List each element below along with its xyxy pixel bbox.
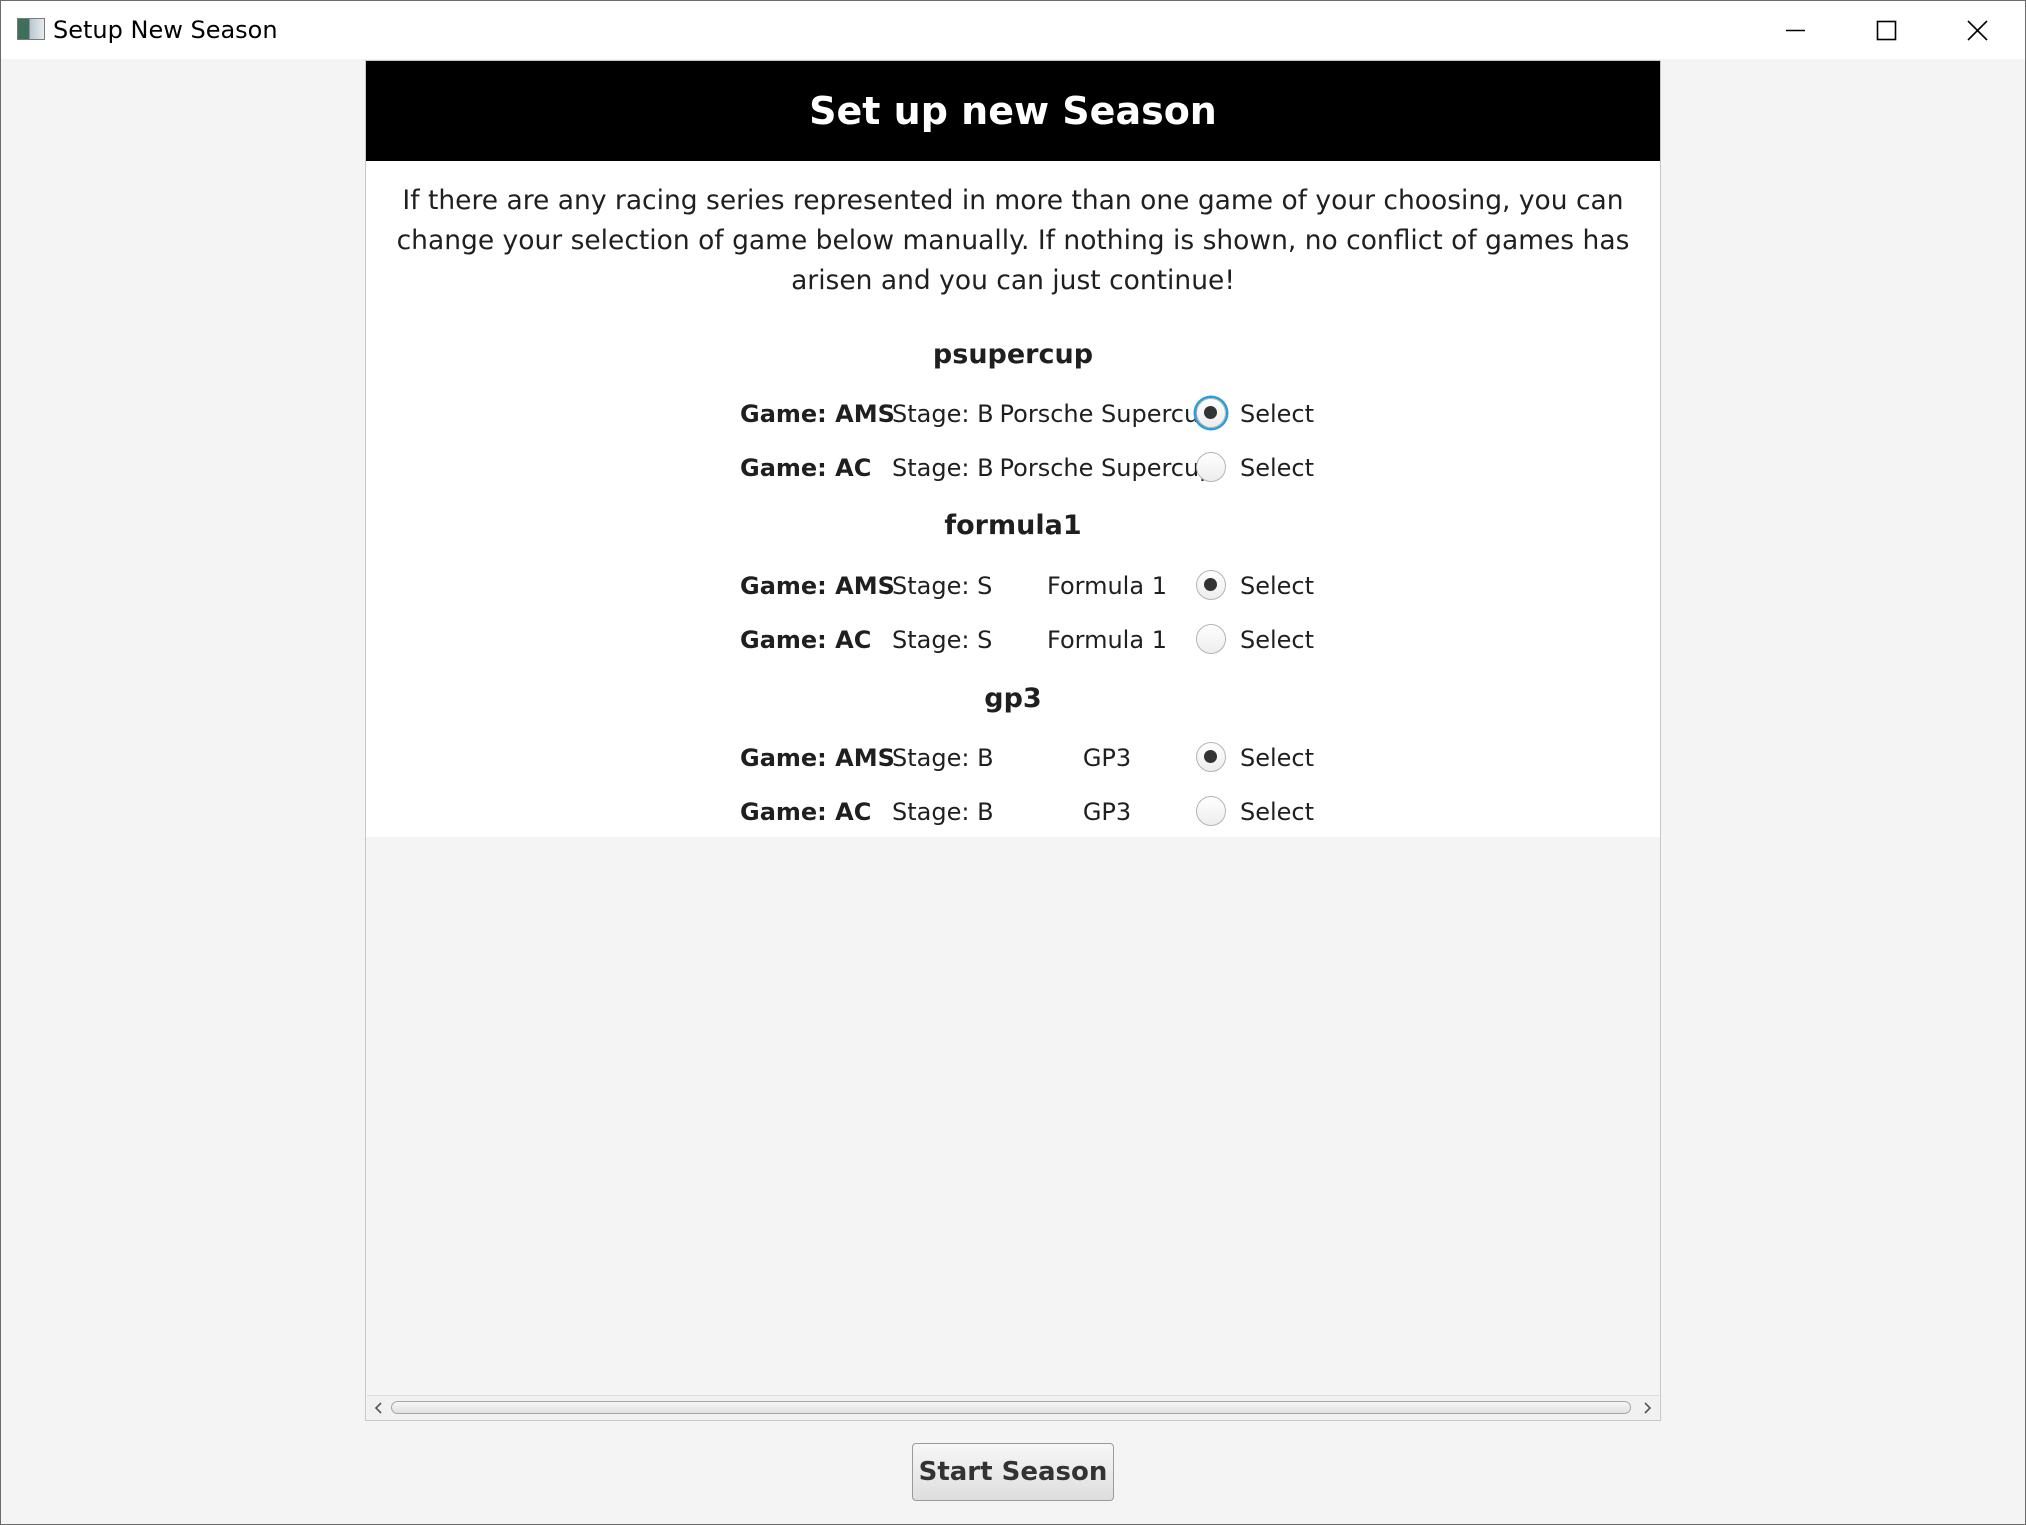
- stage-label: Stage: B: [892, 454, 994, 482]
- select-radio-label[interactable]: Select: [1240, 736, 1314, 780]
- chevron-left-icon: [374, 1402, 382, 1414]
- game-row: Game: AC Stage: B GP3 Select: [366, 790, 1660, 834]
- select-radio-label[interactable]: Select: [1240, 446, 1314, 490]
- select-radio[interactable]: [1196, 570, 1226, 600]
- select-radio-label[interactable]: Select: [1240, 790, 1314, 834]
- stage-label: Stage: B: [892, 744, 994, 772]
- scroll-right-button[interactable]: [1635, 1396, 1659, 1420]
- scroll-left-button[interactable]: [367, 1396, 391, 1420]
- horizontal-scrollbar[interactable]: [367, 1395, 1659, 1420]
- close-icon: [1967, 20, 1988, 41]
- select-radio[interactable]: [1196, 398, 1226, 428]
- game-label: Game: AMS: [740, 744, 895, 772]
- season-content: Set up new Season If there are any racin…: [366, 61, 1660, 837]
- game-row: Game: AMS Stage: S Formula 1 Select: [366, 564, 1660, 608]
- group-title-gp3: gp3: [984, 683, 1042, 714]
- stage-label: Stage: S: [892, 626, 993, 654]
- game-label: Game: AC: [740, 798, 872, 826]
- select-radio-label[interactable]: Select: [1240, 618, 1314, 662]
- header-band: Set up new Season: [366, 61, 1660, 161]
- game-label: Game: AC: [740, 454, 872, 482]
- maximize-button[interactable]: [1839, 1, 1931, 59]
- select-radio[interactable]: [1196, 624, 1226, 654]
- game-label: Game: AMS: [740, 400, 895, 428]
- game-row: Game: AMS Stage: B Porsche Supercup Sele…: [366, 392, 1660, 436]
- app-icon: [17, 18, 45, 40]
- game-row: Game: AC Stage: S Formula 1 Select: [366, 618, 1660, 662]
- minimize-button[interactable]: [1748, 1, 1840, 59]
- setup-season-window: Setup New Season Set up new Season If th…: [0, 0, 2026, 1525]
- season-scroll-pane[interactable]: Set up new Season If there are any racin…: [365, 60, 1661, 1421]
- intro-text: If there are any racing series represent…: [396, 185, 1630, 296]
- stage-label: Stage: S: [892, 572, 993, 600]
- select-radio[interactable]: [1196, 742, 1226, 772]
- select-radio-label[interactable]: Select: [1240, 564, 1314, 608]
- stage-label: Stage: B: [892, 400, 994, 428]
- select-radio[interactable]: [1196, 452, 1226, 482]
- title-bar[interactable]: Setup New Season: [1, 1, 2025, 59]
- chevron-right-icon: [1644, 1402, 1652, 1414]
- start-season-button[interactable]: Start Season: [912, 1443, 1114, 1501]
- minimize-icon: [1786, 29, 1805, 32]
- game-row: Game: AC Stage: B Porsche Supercup Selec…: [366, 446, 1660, 490]
- select-radio[interactable]: [1196, 796, 1226, 826]
- select-radio-label[interactable]: Select: [1240, 392, 1314, 436]
- group-title-formula1: formula1: [944, 510, 1082, 541]
- page-title: Set up new Season: [809, 89, 1217, 133]
- game-row: Game: AMS Stage: B GP3 Select: [366, 736, 1660, 780]
- window-title: Setup New Season: [53, 16, 278, 44]
- game-label: Game: AMS: [740, 572, 895, 600]
- game-label: Game: AC: [740, 626, 872, 654]
- maximize-icon: [1876, 20, 1897, 41]
- group-title-psupercup: psupercup: [932, 339, 1094, 370]
- close-button[interactable]: [1931, 1, 2023, 59]
- scrollbar-thumb[interactable]: [391, 1401, 1631, 1414]
- stage-label: Stage: B: [892, 798, 994, 826]
